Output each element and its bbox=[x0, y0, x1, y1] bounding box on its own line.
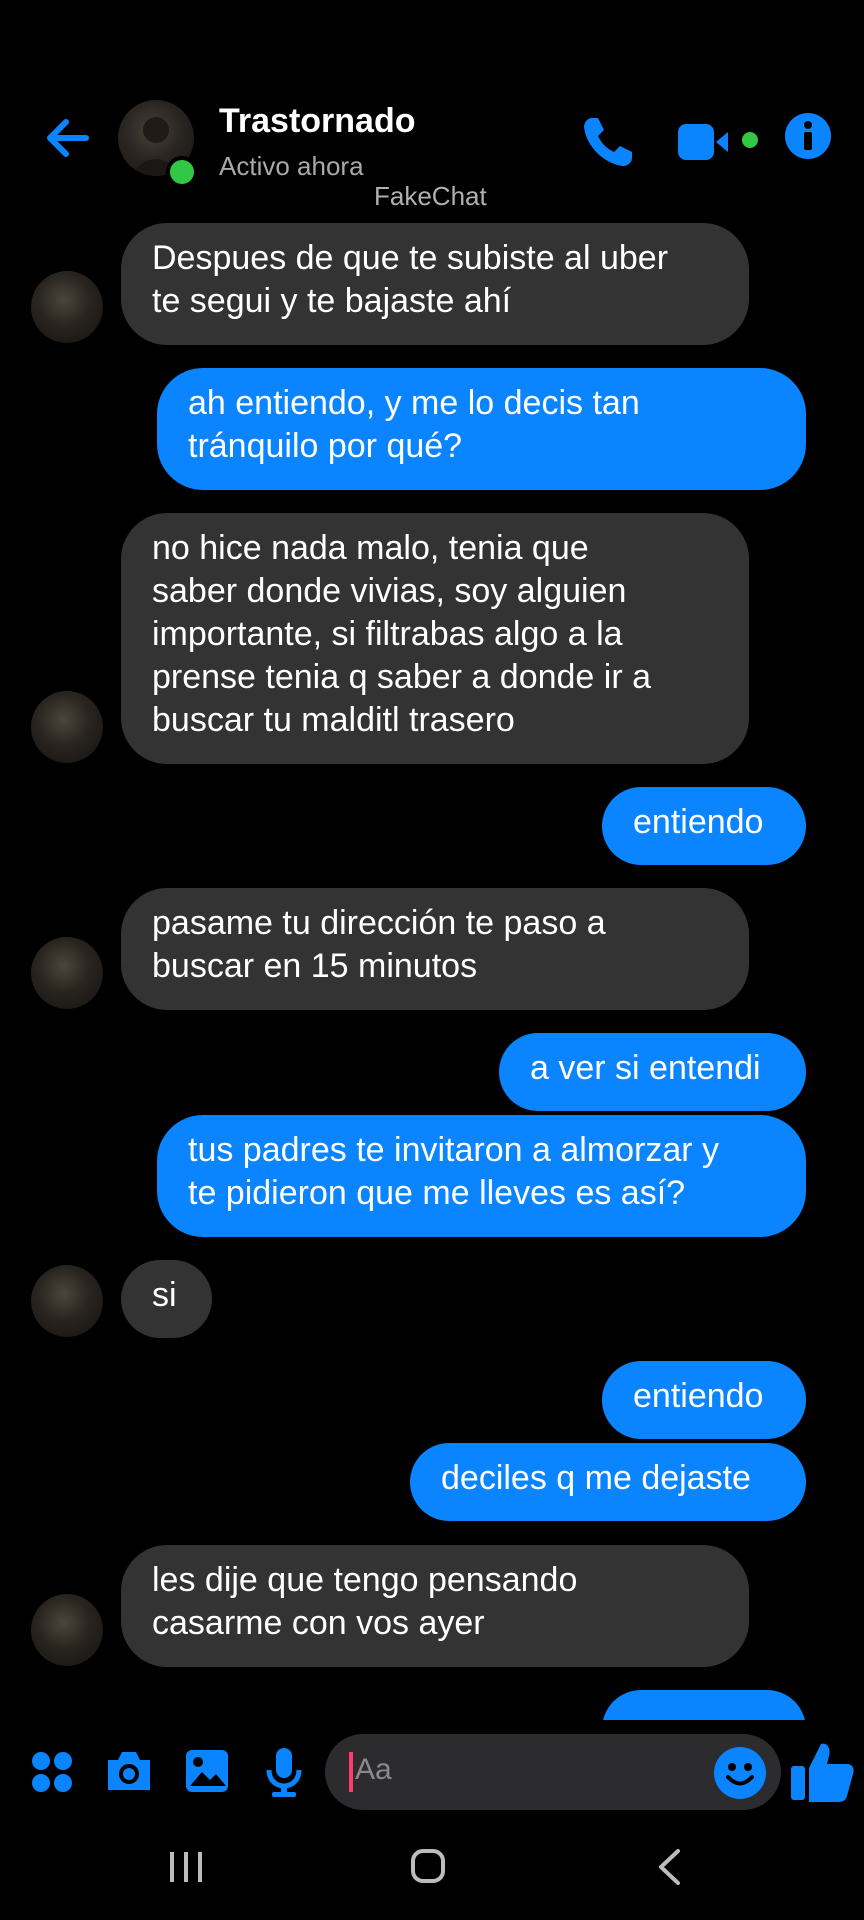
text-cursor bbox=[349, 1752, 353, 1792]
system-navigation-bar bbox=[0, 1830, 864, 1920]
message-outgoing[interactable]: entiendo bbox=[602, 787, 806, 865]
message-thread[interactable]: Despues de que te subiste al uber te seg… bbox=[0, 0, 864, 1720]
home-icon[interactable] bbox=[410, 1848, 446, 1884]
apps-grid-icon[interactable] bbox=[30, 1750, 74, 1794]
online-indicator bbox=[166, 156, 198, 188]
info-icon[interactable] bbox=[784, 112, 832, 160]
message-incoming[interactable]: pasame tu dirección te paso a buscar en … bbox=[121, 888, 749, 1010]
smiley-icon[interactable] bbox=[713, 1746, 767, 1800]
message-outgoing[interactable]: tus padres te invitaron a almorzar y te … bbox=[157, 1115, 806, 1237]
message-incoming[interactable]: Despues de que te subiste al uber te seg… bbox=[121, 223, 749, 345]
message-incoming[interactable]: no hice nada malo, tenia que saber donde… bbox=[121, 513, 749, 764]
chat-header: Trastornado Activo ahora FakeChat bbox=[0, 0, 864, 230]
recent-apps-icon[interactable] bbox=[166, 1850, 206, 1884]
message-incoming[interactable]: si bbox=[121, 1260, 212, 1338]
message-input[interactable]: Aa bbox=[325, 1734, 781, 1810]
image-icon[interactable] bbox=[184, 1748, 230, 1794]
message-outgoing[interactable]: deciles q me dejaste bbox=[410, 1443, 806, 1521]
back-chevron-icon[interactable] bbox=[656, 1848, 682, 1886]
message-outgoing[interactable]: ah entiendo, y me lo decis tan tránquilo… bbox=[157, 368, 806, 490]
message-incoming[interactable]: les dije que tengo pensando casarme con … bbox=[121, 1545, 749, 1667]
contact-avatar bbox=[31, 937, 103, 1009]
contact-avatar bbox=[31, 271, 103, 343]
message-outgoing[interactable]: entiendo bbox=[602, 1361, 806, 1439]
message-input-placeholder: Aa bbox=[355, 1753, 392, 1786]
watermark: FakeChat bbox=[374, 181, 487, 211]
thumbs-up-icon[interactable] bbox=[789, 1738, 855, 1804]
message-composer: Aa bbox=[0, 1720, 864, 1830]
arrow-left-icon[interactable] bbox=[40, 112, 92, 164]
contact-avatar bbox=[31, 691, 103, 763]
message-outgoing[interactable]: entiendo bbox=[602, 1690, 806, 1720]
contact-name[interactable]: Trastornado bbox=[219, 102, 415, 141]
video-camera-icon[interactable] bbox=[676, 116, 766, 168]
camera-icon[interactable] bbox=[104, 1748, 154, 1794]
contact-avatar bbox=[31, 1265, 103, 1337]
contact-avatar bbox=[31, 1594, 103, 1666]
contact-status: Activo ahora bbox=[219, 151, 364, 181]
microphone-icon[interactable] bbox=[264, 1746, 304, 1798]
message-outgoing[interactable]: a ver si entendi bbox=[499, 1033, 806, 1111]
phone-icon[interactable] bbox=[578, 112, 638, 172]
